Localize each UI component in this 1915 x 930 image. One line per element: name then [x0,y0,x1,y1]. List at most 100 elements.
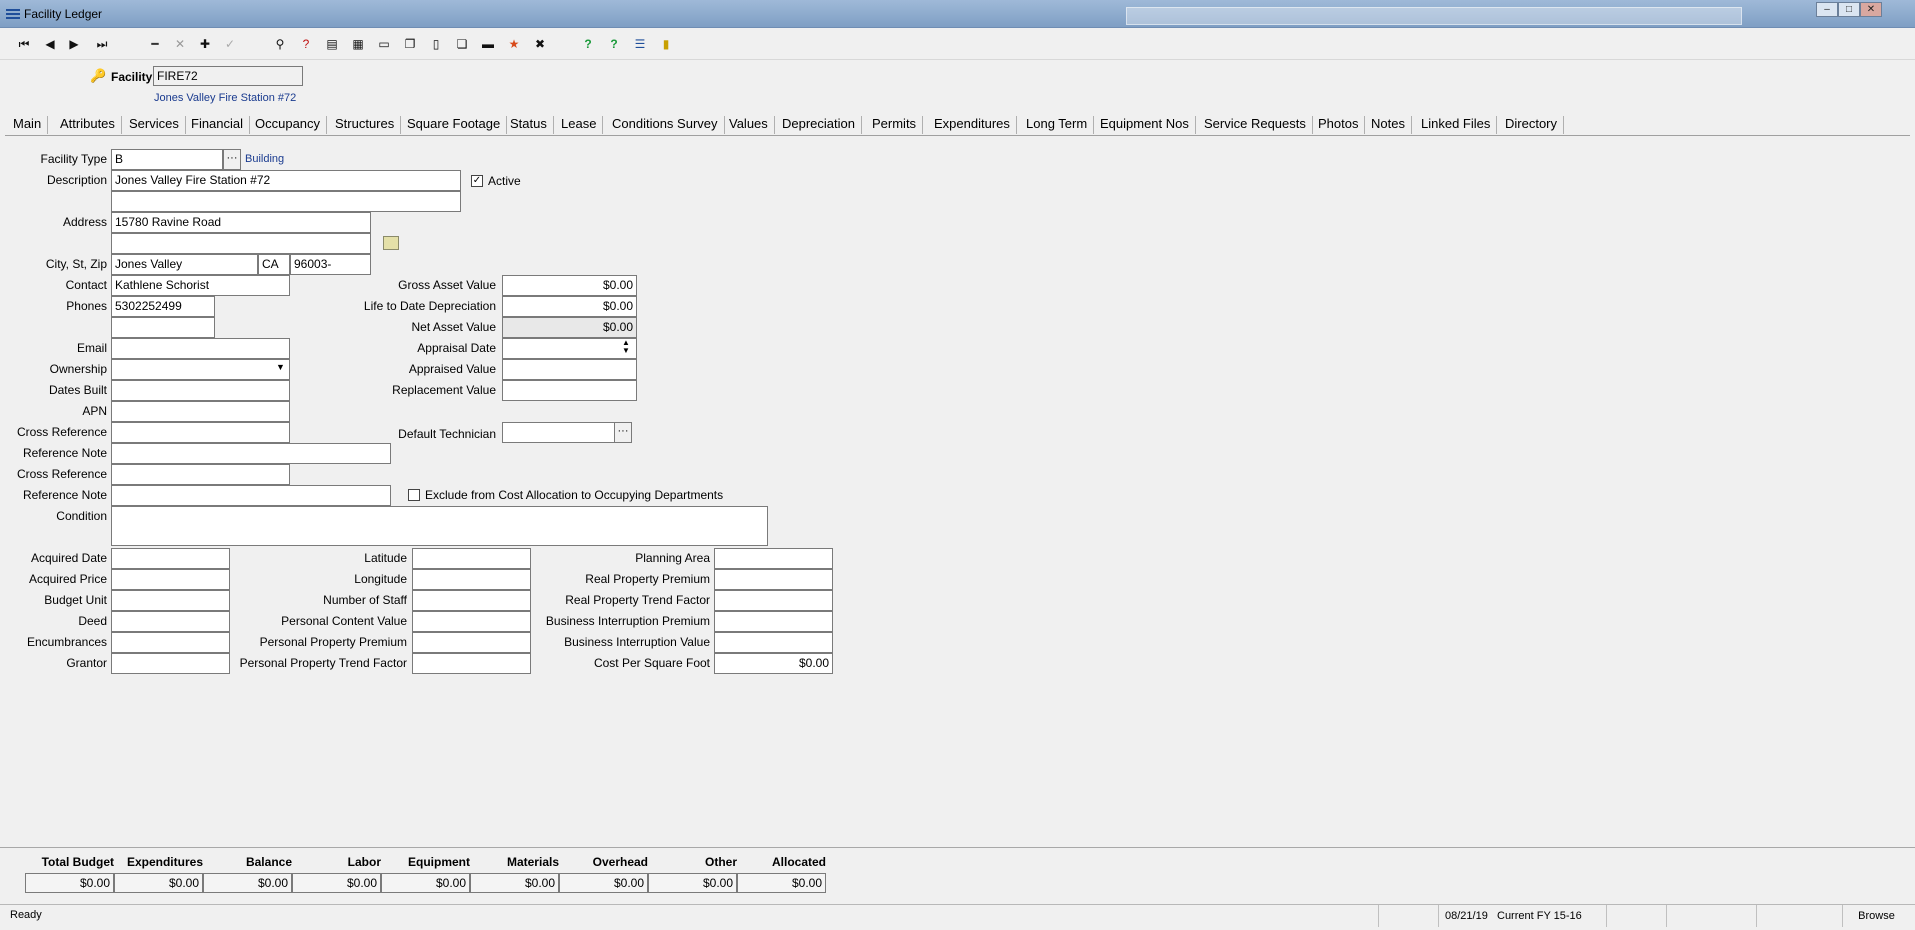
map-icon[interactable] [383,236,399,250]
budget-unit-field[interactable] [111,590,230,611]
zip-field[interactable]: 96003- [290,254,371,275]
tab-attributes[interactable]: Attributes [54,116,122,134]
appraisal-date-field[interactable] [502,338,637,359]
replacement-value-field[interactable] [502,380,637,401]
default-technician-lookup-button[interactable]: ··· [614,422,632,443]
tab-conditions-survey[interactable]: Conditions Survey [606,116,725,134]
exclude-cost-allocation-checkbox[interactable] [408,489,420,501]
prev-record-icon[interactable]: ◀ [40,35,60,53]
report-icon[interactable]: ▤ [322,35,342,53]
address-line2-field[interactable] [111,233,371,254]
post-icon[interactable]: ✓ [220,35,240,53]
active-checkbox[interactable]: ✓ [471,175,483,187]
add-icon[interactable]: ✚ [195,35,215,53]
phone1-field[interactable]: 5302252499 [111,296,215,317]
spin-icon[interactable]: ▲ ▼ [622,339,630,355]
filter-icon[interactable]: ⚲ [270,35,290,53]
tab-directory[interactable]: Directory [1499,116,1565,134]
tools-icon[interactable]: ✖ [530,35,550,53]
facility-type-lookup-button[interactable]: ··· [223,149,241,170]
tab-expenditures[interactable]: Expenditures [928,116,1017,134]
phone2-field[interactable] [111,317,215,338]
list-icon[interactable]: ☰ [630,35,650,53]
tab-square-footage[interactable]: Square Footage [401,116,508,134]
last-record-icon[interactable]: ⏭ [92,35,112,53]
ltd-depreciation-field[interactable]: $0.00 [502,296,637,317]
exit-icon[interactable]: ▮ [656,35,676,53]
cross-reference-field-2[interactable] [111,464,290,485]
condition-field[interactable] [111,506,768,546]
default-technician-field[interactable] [502,422,615,443]
cancel-icon[interactable]: ✕ [170,35,190,53]
close-icon[interactable]: ✕ [1860,2,1882,17]
real-property-premium-field[interactable] [714,569,833,590]
pages-icon[interactable]: ❏ [452,35,472,53]
next-record-icon[interactable]: ▶ [64,35,84,53]
city-field[interactable]: Jones Valley [111,254,258,275]
gross-asset-field[interactable]: $0.00 [502,275,637,296]
tab-linked-files[interactable]: Linked Files [1415,116,1498,134]
description-field-2[interactable] [111,191,461,212]
personal-content-value-field[interactable] [412,611,531,632]
ownership-select[interactable] [111,359,290,380]
tab-notes[interactable]: Notes [1365,116,1412,134]
tab-values[interactable]: Values [723,116,775,134]
dates-built-field[interactable] [111,380,290,401]
copy-icon[interactable]: ❐ [400,35,420,53]
apn-field[interactable] [111,401,290,422]
grantor-field[interactable] [111,653,230,674]
query-icon[interactable]: ? [296,35,316,53]
email-field[interactable] [111,338,290,359]
reference-note-field[interactable] [111,443,391,464]
facility-code-field[interactable]: FIRE72 [153,66,303,86]
acquired-price-field[interactable] [111,569,230,590]
number-of-staff-field[interactable] [412,590,531,611]
maximize-icon[interactable]: □ [1838,2,1860,17]
help-context-icon[interactable]: ? [604,35,624,53]
tab-depreciation[interactable]: Depreciation [776,116,862,134]
tab-photos[interactable]: Photos [1312,116,1366,134]
appraised-value-field[interactable] [502,359,637,380]
planning-area-field[interactable] [714,548,833,569]
deed-field[interactable] [111,611,230,632]
print-icon[interactable]: ▬ [478,35,498,53]
calculator-icon[interactable]: ▦ [348,35,368,53]
favorite-icon[interactable]: ★ [504,35,524,53]
delete-icon[interactable]: ━ [145,35,165,53]
bi-premium-field[interactable] [714,611,833,632]
cost-per-sqft-field[interactable]: $0.00 [714,653,833,674]
minimize-icon[interactable]: – [1816,2,1838,17]
contact-field[interactable]: Kathlene Schorist [111,275,290,296]
tab-service-requests[interactable]: Service Requests [1198,116,1313,134]
reference-note-field-2[interactable] [111,485,391,506]
tab-status[interactable]: Status [504,116,554,134]
tab-occupancy[interactable]: Occupancy [249,116,328,134]
window-search-box[interactable] [1126,7,1742,25]
acquired-date-field[interactable] [111,548,230,569]
tab-main[interactable]: Main [7,116,49,134]
first-record-icon[interactable]: ⏮ [14,35,34,53]
tab-long-term[interactable]: Long Term [1020,116,1095,134]
bi-value-field[interactable] [714,632,833,653]
personal-property-premium-field[interactable] [412,632,531,653]
longitude-field[interactable] [412,569,531,590]
tab-equipment-nos[interactable]: Equipment Nos [1094,116,1196,134]
document-icon[interactable]: ▯ [426,35,446,53]
personal-property-trend-field[interactable] [412,653,531,674]
encumbrances-field[interactable] [111,632,230,653]
tab-services[interactable]: Services [123,116,186,134]
tab-structures[interactable]: Structures [329,116,402,134]
help-icon[interactable]: ? [578,35,598,53]
tab-financial[interactable]: Financial [185,116,251,134]
latitude-field[interactable] [412,548,531,569]
tab-permits[interactable]: Permits [866,116,924,134]
cross-reference-field[interactable] [111,422,290,443]
folder-icon[interactable]: ▭ [374,35,394,53]
facility-type-field[interactable]: B [111,149,223,170]
real-property-trend-field[interactable] [714,590,833,611]
state-field[interactable]: CA [258,254,290,275]
tab-lease[interactable]: Lease [555,116,604,134]
description-field[interactable]: Jones Valley Fire Station #72 [111,170,461,191]
address-line1-field[interactable]: 15780 Ravine Road [111,212,371,233]
chevron-down-icon[interactable]: ▼ [276,362,285,372]
